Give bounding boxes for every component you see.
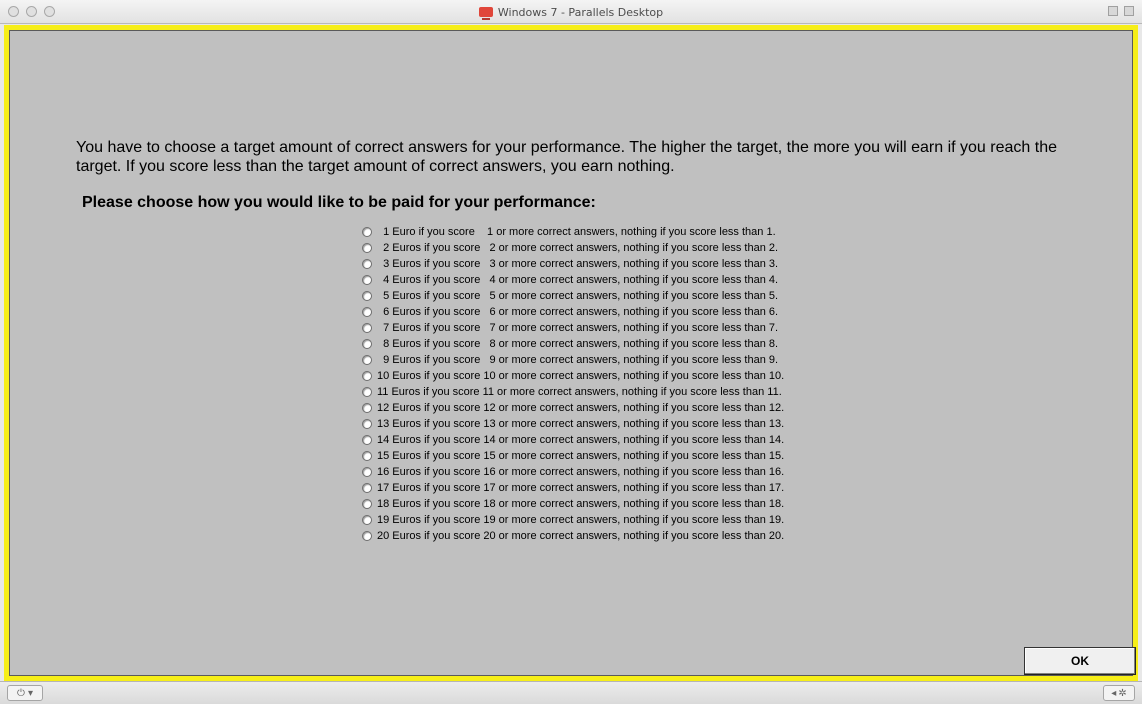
radio-button[interactable] — [362, 259, 372, 269]
payment-option[interactable]: 5 Euros if you score 5 or more correct a… — [362, 288, 784, 304]
radio-button[interactable] — [362, 371, 372, 381]
payment-option-label: 8 Euros if you score 8 or more correct a… — [377, 338, 779, 350]
payment-option-label: 13 Euros if you score 13 or more correct… — [377, 418, 785, 430]
payment-option-label: 12 Euros if you score 12 or more correct… — [377, 402, 785, 414]
radio-button[interactable] — [362, 275, 372, 285]
radio-button[interactable] — [362, 227, 372, 237]
chevron-down-icon: ▾ — [27, 687, 33, 699]
window-titlebar: Windows 7 - Parallels Desktop — [0, 0, 1142, 24]
radio-button[interactable] — [362, 403, 372, 413]
radio-button[interactable] — [362, 243, 372, 253]
payment-option-label: 7 Euros if you score 7 or more correct a… — [377, 322, 779, 334]
power-button[interactable]: ⏻ ▾ — [7, 685, 43, 701]
payment-option[interactable]: 7 Euros if you score 7 or more correct a… — [362, 320, 784, 336]
payment-option[interactable]: 19 Euros if you score 19 or more correct… — [362, 512, 784, 528]
coherence-icon[interactable] — [1108, 6, 1118, 16]
payment-option-label: 3 Euros if you score 3 or more correct a… — [377, 258, 779, 270]
parallels-statusbar: ⏻ ▾ ◂ ✲ — [0, 681, 1142, 704]
payment-option-label: 11 Euros if you score 11 or more correct… — [377, 386, 782, 398]
power-icon: ⏻ — [17, 687, 25, 699]
payment-option[interactable]: 16 Euros if you score 16 or more correct… — [362, 464, 784, 480]
radio-button[interactable] — [362, 355, 372, 365]
radio-button[interactable] — [362, 515, 372, 525]
payment-option[interactable]: 11 Euros if you score 11 or more correct… — [362, 384, 784, 400]
payment-option-label: 9 Euros if you score 9 or more correct a… — [377, 354, 779, 366]
windows-vm-icon — [478, 7, 493, 20]
window-title: Windows 7 - Parallels Desktop — [497, 5, 664, 19]
payment-option-label: 17 Euros if you score 17 or more correct… — [377, 482, 785, 494]
payment-options-group: 1 Euro if you score 1 or more correct an… — [362, 224, 784, 544]
payment-option[interactable]: 14 Euros if you score 14 or more correct… — [362, 432, 784, 448]
intro-text: You have to choose a target amount of co… — [76, 139, 1057, 175]
payment-option[interactable]: 10 Euros if you score 10 or more correct… — [362, 368, 784, 384]
radio-button[interactable] — [362, 531, 372, 541]
fullscreen-icon[interactable] — [1124, 6, 1134, 16]
radio-button[interactable] — [362, 387, 372, 397]
payment-option-label: 2 Euros if you score 2 or more correct a… — [377, 242, 779, 254]
payment-option-label: 10 Euros if you score 10 or more correct… — [377, 370, 785, 382]
radio-button[interactable] — [362, 483, 372, 493]
payment-option-label: 18 Euros if you score 18 or more correct… — [377, 498, 785, 510]
payment-option[interactable]: 8 Euros if you score 8 or more correct a… — [362, 336, 784, 352]
radio-button[interactable] — [362, 419, 372, 429]
payment-option[interactable]: 2 Euros if you score 2 or more correct a… — [362, 240, 784, 256]
settings-button[interactable]: ◂ ✲ — [1103, 685, 1135, 701]
radio-button[interactable] — [362, 339, 372, 349]
payment-option[interactable]: 12 Euros if you score 12 or more correct… — [362, 400, 784, 416]
payment-option[interactable]: 20 Euros if you score 20 or more correct… — [362, 528, 784, 544]
payment-option-label: 5 Euros if you score 5 or more correct a… — [377, 290, 779, 302]
ok-button[interactable]: OK — [1024, 647, 1136, 675]
payment-option[interactable]: 9 Euros if you score 9 or more correct a… — [362, 352, 784, 368]
payment-option[interactable]: 3 Euros if you score 3 or more correct a… — [362, 256, 784, 272]
experiment-panel: You have to choose a target amount of co… — [9, 30, 1136, 676]
payment-option[interactable]: 13 Euros if you score 13 or more correct… — [362, 416, 784, 432]
radio-button[interactable] — [362, 467, 372, 477]
payment-option-label: 19 Euros if you score 19 or more correct… — [377, 514, 785, 526]
radio-button[interactable] — [362, 291, 372, 301]
payment-option-label: 1 Euro if you score 1 or more correct an… — [377, 226, 776, 238]
payment-option[interactable]: 4 Euros if you score 4 or more correct a… — [362, 272, 784, 288]
radio-button[interactable] — [362, 499, 372, 509]
payment-option-label: 6 Euros if you score 6 or more correct a… — [377, 306, 779, 318]
gear-icon: ✲ — [1118, 687, 1127, 699]
payment-option-label: 16 Euros if you score 16 or more correct… — [377, 466, 785, 478]
payment-option[interactable]: 6 Euros if you score 6 or more correct a… — [362, 304, 784, 320]
vm-screen-frame: You have to choose a target amount of co… — [4, 25, 1138, 681]
payment-option-label: 20 Euros if you score 20 or more correct… — [377, 530, 785, 542]
radio-button[interactable] — [362, 323, 372, 333]
payment-option[interactable]: 18 Euros if you score 18 or more correct… — [362, 496, 784, 512]
payment-option[interactable]: 15 Euros if you score 15 or more correct… — [362, 448, 784, 464]
payment-option-label: 4 Euros if you score 4 or more correct a… — [377, 274, 779, 286]
payment-prompt: Please choose how you would like to be p… — [82, 194, 596, 211]
chevron-left-icon: ◂ — [1111, 687, 1117, 699]
payment-option[interactable]: 17 Euros if you score 17 or more correct… — [362, 480, 784, 496]
radio-button[interactable] — [362, 435, 372, 445]
payment-option-label: 15 Euros if you score 15 or more correct… — [377, 450, 785, 462]
payment-option-label: 14 Euros if you score 14 or more correct… — [377, 434, 785, 446]
radio-button[interactable] — [362, 451, 372, 461]
radio-button[interactable] — [362, 307, 372, 317]
payment-option[interactable]: 1 Euro if you score 1 or more correct an… — [362, 224, 784, 240]
